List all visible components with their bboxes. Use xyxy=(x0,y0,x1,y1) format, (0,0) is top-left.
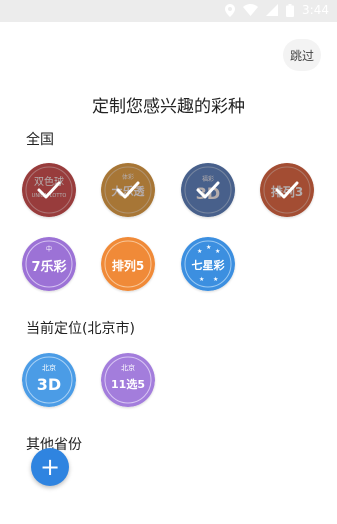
chip-name: 3D xyxy=(37,375,61,394)
chip-name: 排列5 xyxy=(112,258,144,273)
chip-name: 7乐彩 xyxy=(31,259,66,275)
lottery-chip-qixingcai[interactable]: 七星彩 ★ ★ ★ ★ ★ xyxy=(181,237,235,291)
status-time: 3:44 xyxy=(302,3,329,17)
svg-text:★: ★ xyxy=(197,248,202,255)
lottery-chip-shuangseqiu[interactable]: 双色球 UNION LOTTO xyxy=(22,163,76,217)
chip-sub: 中 xyxy=(46,245,52,253)
check-icon xyxy=(196,181,220,199)
check-icon xyxy=(275,181,299,199)
skip-button[interactable]: 跳过 xyxy=(283,39,321,71)
signal-icon xyxy=(266,4,279,16)
lottery-chip-qilecai[interactable]: 中 7乐彩 xyxy=(22,237,76,291)
status-icons: 3:44 xyxy=(225,3,329,17)
add-province-button[interactable]: + xyxy=(31,448,69,486)
lottery-chip-beijing-3d[interactable]: 北京 3D xyxy=(22,353,76,407)
selected-overlay xyxy=(260,163,314,217)
selected-overlay xyxy=(22,163,76,217)
lottery-chip-daletou[interactable]: 体彩 大乐透 xyxy=(101,163,155,217)
lottery-chip-pailie3[interactable]: 排列3 xyxy=(260,163,314,217)
wifi-icon xyxy=(243,4,259,16)
chip-sub: 北京 xyxy=(42,363,56,372)
lottery-chip-pailie5[interactable]: 排列5 xyxy=(101,237,155,291)
battery-icon xyxy=(286,3,295,17)
qilecai-logo-icon: 中 7乐彩 xyxy=(22,237,76,291)
check-icon xyxy=(116,181,140,199)
svg-text:★: ★ xyxy=(199,276,204,283)
svg-text:★: ★ xyxy=(213,276,218,283)
svg-text:★: ★ xyxy=(215,248,220,255)
status-bar: 3:44 xyxy=(0,0,337,22)
selected-overlay xyxy=(181,163,235,217)
check-icon xyxy=(37,181,61,199)
page-title: 定制您感兴趣的彩种 xyxy=(92,97,245,117)
section-label-national: 全国 xyxy=(26,132,54,148)
svg-text:★: ★ xyxy=(206,244,211,251)
beijing-3d-logo-icon: 北京 3D xyxy=(22,353,76,407)
location-icon xyxy=(225,3,236,17)
lottery-chip-beijing-11x5[interactable]: 北京 11选5 xyxy=(101,353,155,407)
lottery-chip-3d[interactable]: 福彩 3D xyxy=(181,163,235,217)
qixingcai-logo-icon: 七星彩 ★ ★ ★ ★ ★ xyxy=(181,237,235,291)
chip-name: 七星彩 xyxy=(192,258,225,272)
chip-name: 11选5 xyxy=(111,377,145,391)
selected-overlay xyxy=(101,163,155,217)
pailie5-logo-icon: 排列5 xyxy=(101,237,155,291)
chip-sub: 北京 xyxy=(121,363,135,372)
beijing-11x5-logo-icon: 北京 11选5 xyxy=(101,353,155,407)
section-label-current-location: 当前定位(北京市) xyxy=(26,321,135,337)
